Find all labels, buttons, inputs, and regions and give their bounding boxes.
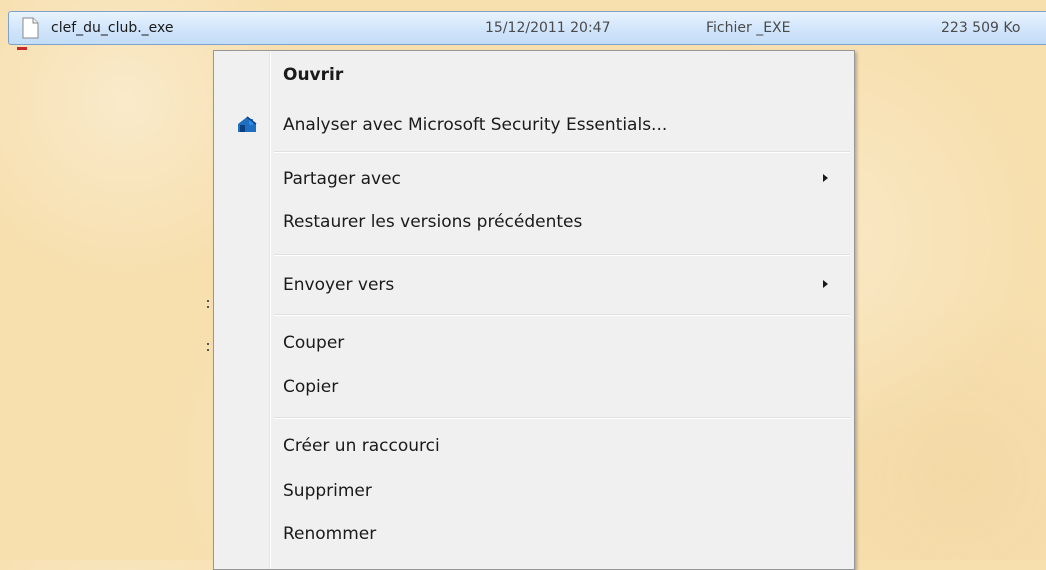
menu-separator (274, 151, 850, 153)
menu-item-rename[interactable]: Renommer (216, 514, 852, 554)
file-type: Fichier _EXE (706, 20, 791, 36)
file-modified-date: 15/12/2011 20:47 (485, 20, 611, 36)
menu-item-label: Analyser avec Microsoft Security Essenti… (283, 115, 668, 135)
selected-file-row[interactable]: clef_du_club._exe 15/12/2011 20:47 Fichi… (8, 11, 1046, 45)
menu-item-label: Renommer (283, 524, 377, 544)
security-essentials-icon (237, 115, 257, 133)
menu-item-label: Envoyer vers (283, 275, 395, 295)
stray-dot (207, 343, 209, 345)
context-menu: Ouvrir Analyser avec Microsoft Security … (213, 50, 855, 570)
menu-item-send-to[interactable]: Envoyer vers (216, 265, 852, 305)
menu-item-restore-previous-versions[interactable]: Restaurer les versions précédentes (216, 202, 852, 242)
menu-item-label: Créer un raccourci (283, 436, 440, 456)
menu-item-label: Couper (283, 333, 345, 353)
menu-item-cut[interactable]: Couper (216, 323, 852, 363)
stray-dot (207, 349, 209, 351)
submenu-arrow-icon (823, 174, 828, 182)
red-marker (17, 47, 27, 50)
menu-separator (274, 314, 850, 316)
menu-item-label: Ouvrir (283, 65, 344, 85)
submenu-arrow-icon (823, 280, 828, 288)
menu-item-delete[interactable]: Supprimer (216, 471, 852, 511)
menu-item-create-shortcut[interactable]: Créer un raccourci (216, 426, 852, 466)
menu-separator (274, 254, 850, 256)
menu-item-share-with[interactable]: Partager avec (216, 159, 852, 199)
menu-separator (274, 417, 850, 419)
menu-item-copy[interactable]: Copier (216, 367, 852, 407)
menu-item-label: Supprimer (283, 481, 372, 501)
stray-dot (207, 306, 209, 308)
menu-item-scan-security-essentials[interactable]: Analyser avec Microsoft Security Essenti… (216, 105, 852, 145)
document-icon (22, 17, 39, 39)
menu-item-open[interactable]: Ouvrir (216, 55, 852, 95)
menu-item-label: Partager avec (283, 169, 401, 189)
file-name: clef_du_club._exe (51, 20, 174, 36)
stray-dot (207, 300, 209, 302)
menu-item-label: Restaurer les versions précédentes (283, 212, 583, 232)
file-size: 223 509 Ko (941, 20, 1021, 36)
menu-item-label: Copier (283, 377, 339, 397)
